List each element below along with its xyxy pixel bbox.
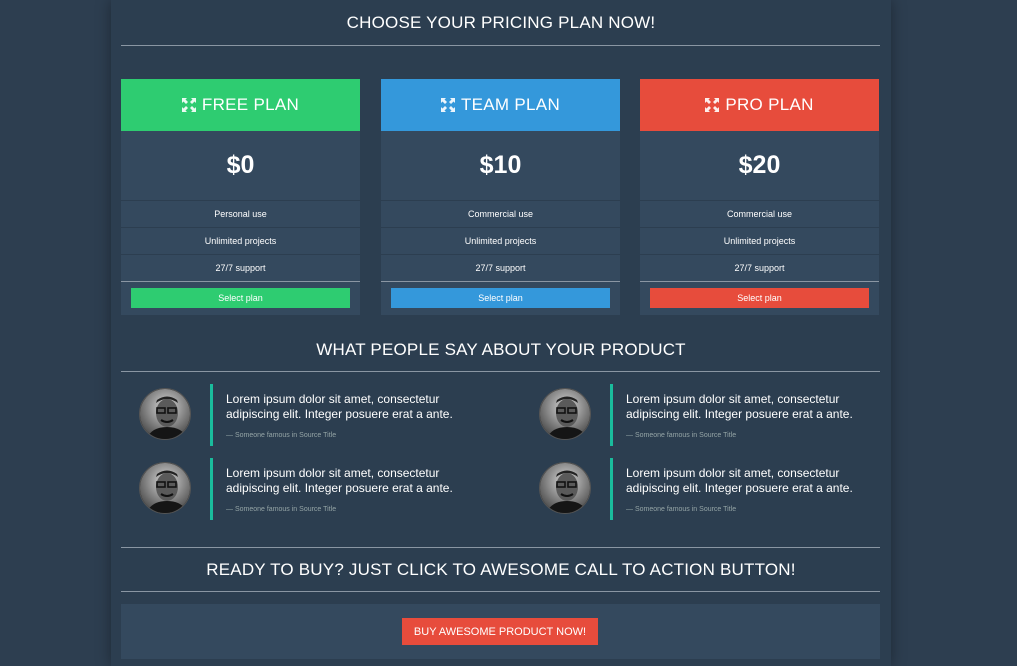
- quote-accent-bar: [210, 384, 213, 446]
- plan-header: FREE PLAN: [121, 79, 360, 131]
- quote-accent-bar: [610, 384, 613, 446]
- plan-name: TEAM PLAN: [460, 95, 561, 114]
- select-plan-button[interactable]: Select plan: [131, 288, 350, 308]
- plan-feature: Personal use: [121, 201, 360, 228]
- pricing-plans: FREE PLAN $0 Personal use Unlimited proj…: [121, 79, 880, 315]
- divider: [121, 547, 880, 548]
- testimonial: Lorem ipsum dolor sit amet, consectetur …: [521, 458, 881, 520]
- quote-text: Lorem ipsum dolor sit amet, consectetur …: [626, 392, 853, 421]
- plan-card-pro: PRO PLAN $20 Commercial use Unlimited pr…: [640, 79, 879, 315]
- pricing-title: CHOOSE YOUR PRICING PLAN NOW!: [346, 13, 656, 32]
- expand-arrows-icon: [181, 98, 196, 112]
- plan-card-team: TEAM PLAN $10 Commercial use Unlimited p…: [381, 79, 620, 315]
- page-container: CHOOSE YOUR PRICING PLAN NOW! FREE PLAN …: [111, 0, 891, 666]
- plan-name: PRO PLAN: [725, 95, 814, 114]
- testimonial: Lorem ipsum dolor sit amet, consectetur …: [121, 458, 481, 520]
- quote-source: — Someone famous in Source Title: [226, 506, 337, 513]
- quote-accent-bar: [210, 458, 213, 520]
- plan-price: $10: [381, 131, 620, 201]
- plan-name: FREE PLAN: [201, 95, 300, 114]
- quote-text: Lorem ipsum dolor sit amet, consectetur …: [226, 392, 453, 421]
- quote-source: — Someone famous in Source Title: [226, 432, 337, 439]
- plan-feature: Unlimited projects: [121, 228, 360, 255]
- plan-header: PRO PLAN: [640, 79, 879, 131]
- divider: [121, 371, 880, 372]
- divider: [121, 591, 880, 592]
- quote-text: Lorem ipsum dolor sit amet, consectetur …: [626, 466, 853, 495]
- testimonial: Lorem ipsum dolor sit amet, consectetur …: [521, 384, 881, 446]
- plan-card-free: FREE PLAN $0 Personal use Unlimited proj…: [121, 79, 360, 315]
- plan-header: TEAM PLAN: [381, 79, 620, 131]
- cta-title: READY TO BUY? JUST CLICK TO AWESOME CALL…: [206, 560, 796, 579]
- testimonials-title: WHAT PEOPLE SAY ABOUT YOUR PRODUCT: [316, 340, 686, 359]
- testimonial: Lorem ipsum dolor sit amet, consectetur …: [121, 384, 481, 446]
- select-plan-button[interactable]: Select plan: [650, 288, 869, 308]
- select-plan-button[interactable]: Select plan: [391, 288, 610, 308]
- divider: [121, 45, 880, 46]
- quote-text: Lorem ipsum dolor sit amet, consectetur …: [226, 466, 453, 495]
- plan-feature: Unlimited projects: [381, 228, 620, 255]
- quote-source: — Someone famous in Source Title: [626, 432, 737, 439]
- expand-arrows-icon: [705, 98, 720, 112]
- avatar: [539, 388, 591, 440]
- avatar: [539, 462, 591, 514]
- buy-now-button[interactable]: BUY AWESOME PRODUCT NOW!: [402, 618, 598, 645]
- quote-source: — Someone famous in Source Title: [626, 506, 737, 513]
- plan-feature: 27/7 support: [121, 255, 360, 282]
- avatar: [139, 388, 191, 440]
- expand-arrows-icon: [440, 98, 455, 112]
- plan-feature: Unlimited projects: [640, 228, 879, 255]
- plan-price: $0: [121, 131, 360, 201]
- plan-feature: Commercial use: [381, 201, 620, 228]
- avatar: [139, 462, 191, 514]
- plan-feature: 27/7 support: [381, 255, 620, 282]
- quote-accent-bar: [610, 458, 613, 520]
- plan-feature: Commercial use: [640, 201, 879, 228]
- plan-feature: 27/7 support: [640, 255, 879, 282]
- cta-panel: BUY AWESOME PRODUCT NOW!: [121, 604, 880, 659]
- plan-price: $20: [640, 131, 879, 201]
